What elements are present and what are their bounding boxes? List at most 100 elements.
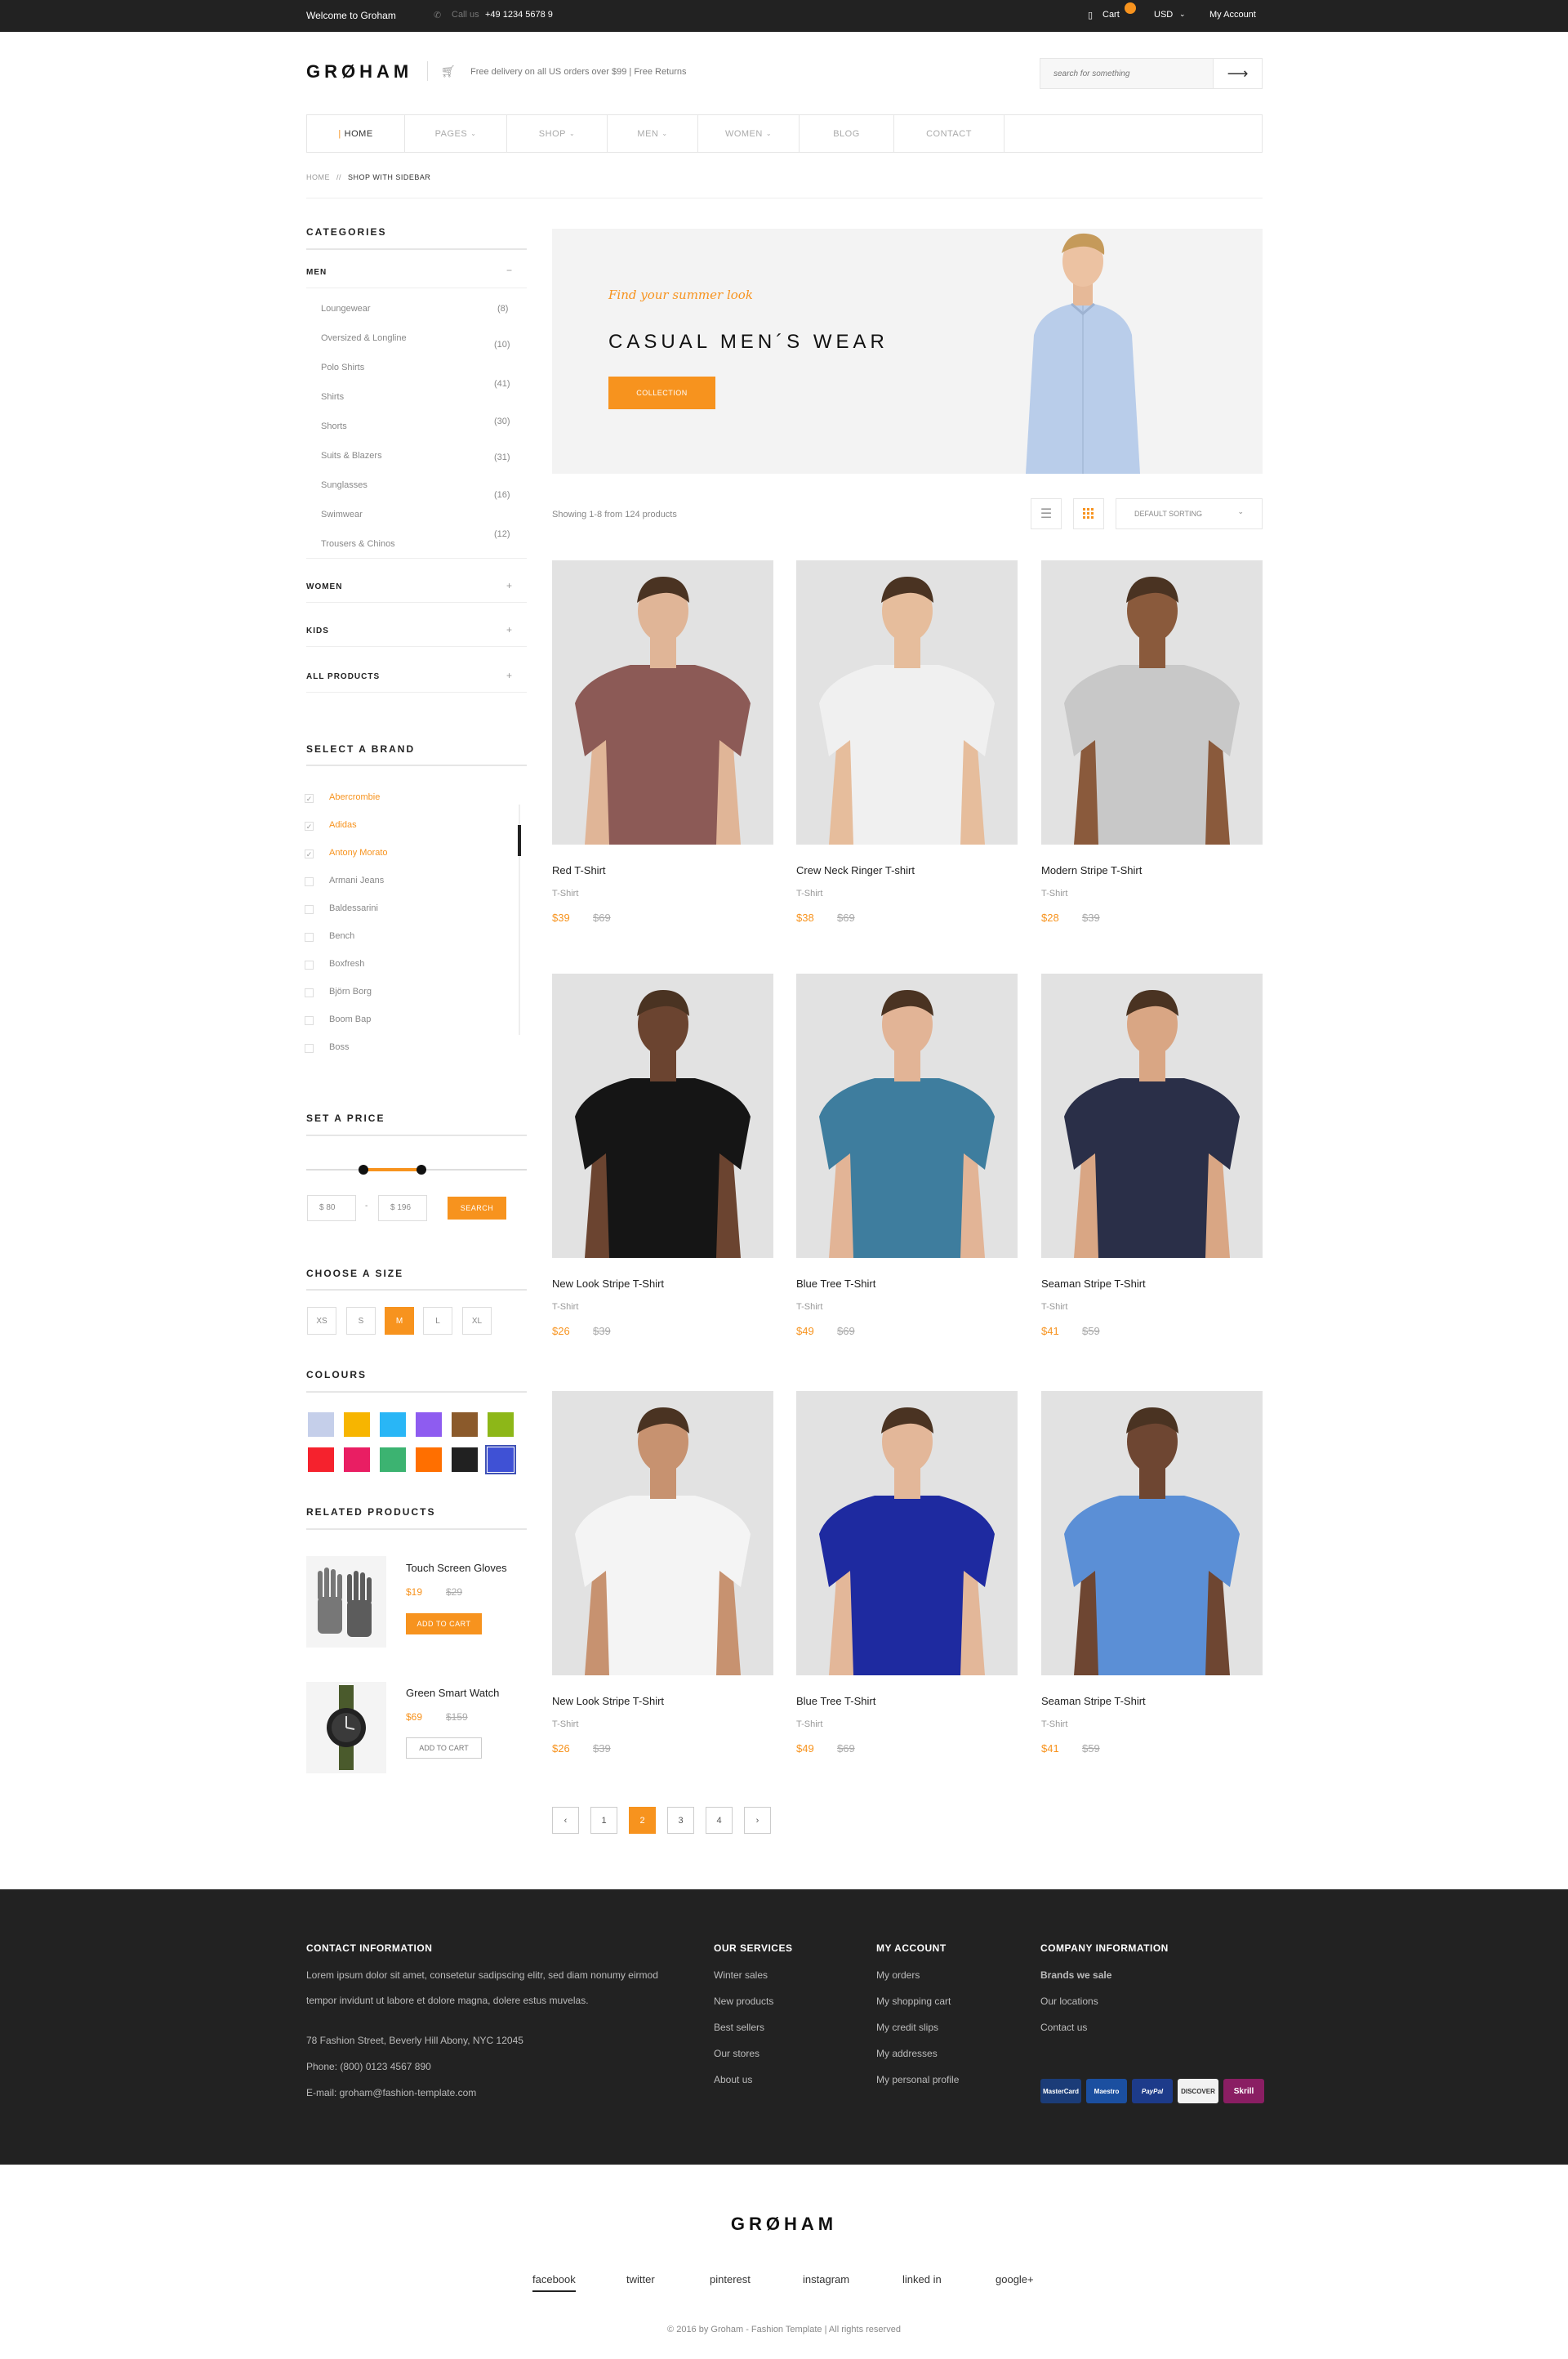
related-name[interactable]: Touch Screen Gloves bbox=[406, 1562, 507, 1574]
category-women[interactable]: WOMEN bbox=[306, 582, 342, 591]
product-name[interactable]: Blue Tree T-Shirt bbox=[796, 1278, 875, 1290]
footer-link[interactable]: Our locations bbox=[1040, 1989, 1098, 2014]
social-instagram[interactable]: instagram bbox=[803, 2273, 849, 2285]
product-name[interactable]: Blue Tree T-Shirt bbox=[796, 1695, 875, 1707]
subcategory-loungewear[interactable]: Loungewear bbox=[321, 304, 371, 314]
size-xl[interactable]: XL bbox=[462, 1307, 492, 1335]
nav-blog[interactable]: BLOG bbox=[800, 115, 894, 152]
nav-home[interactable]: | HOME bbox=[307, 115, 405, 152]
social-pinterest[interactable]: pinterest bbox=[710, 2273, 751, 2285]
price-max-input[interactable]: $ 196 bbox=[378, 1195, 427, 1221]
colour-swatch[interactable] bbox=[344, 1447, 370, 1472]
pagination-page[interactable]: 3 bbox=[667, 1807, 694, 1834]
size-m[interactable]: M bbox=[385, 1307, 414, 1335]
colour-swatch[interactable] bbox=[380, 1412, 406, 1437]
my-account-link[interactable]: My Account bbox=[1209, 10, 1256, 20]
product-name[interactable]: Crew Neck Ringer T-shirt bbox=[796, 864, 915, 876]
footer-link[interactable]: New products bbox=[714, 1989, 773, 2014]
brand-baldessarini[interactable]: Baldessarini bbox=[329, 903, 378, 913]
cart-link[interactable]: Cart bbox=[1102, 10, 1120, 20]
product-image[interactable] bbox=[1041, 560, 1263, 845]
product-image[interactable] bbox=[796, 1391, 1018, 1675]
colour-swatch[interactable] bbox=[488, 1412, 514, 1437]
nav-men[interactable]: MEN ⌄ bbox=[608, 115, 698, 152]
footer-link[interactable]: My personal profile bbox=[876, 2067, 959, 2093]
price-search-button[interactable]: SEARCH bbox=[448, 1197, 506, 1220]
brand-checkbox[interactable] bbox=[305, 988, 314, 997]
sort-select[interactable]: DEFAULT SORTING ⌄ bbox=[1116, 498, 1263, 529]
breadcrumb-home[interactable]: HOME bbox=[306, 173, 330, 181]
expand-icon[interactable]: + bbox=[506, 624, 512, 635]
footer-link[interactable]: My addresses bbox=[876, 2041, 938, 2067]
brand-scrollbar-thumb[interactable] bbox=[518, 825, 521, 856]
add-to-cart-button[interactable]: ADD TO CART bbox=[406, 1613, 482, 1634]
colour-swatch[interactable] bbox=[308, 1412, 334, 1437]
pagination-page-current[interactable]: 2 bbox=[629, 1807, 656, 1834]
subcategory-suits[interactable]: Suits & Blazers bbox=[321, 451, 382, 461]
product-image[interactable] bbox=[1041, 1391, 1263, 1675]
brand-adidas[interactable]: Adidas bbox=[329, 820, 357, 830]
product-name[interactable]: Red T-Shirt bbox=[552, 864, 606, 876]
collapse-icon[interactable]: − bbox=[506, 265, 512, 276]
product-name[interactable]: Modern Stripe T-Shirt bbox=[1041, 864, 1142, 876]
brand-checkbox[interactable] bbox=[305, 1016, 314, 1025]
brand-checkbox[interactable] bbox=[305, 961, 314, 970]
nav-contact[interactable]: CONTACT bbox=[894, 115, 1004, 152]
colour-swatch[interactable] bbox=[308, 1447, 334, 1472]
product-name[interactable]: New Look Stripe T-Shirt bbox=[552, 1278, 664, 1290]
brand-antony-morato[interactable]: Antony Morato bbox=[329, 848, 388, 858]
category-all-products[interactable]: ALL PRODUCTS bbox=[306, 672, 380, 681]
related-name[interactable]: Green Smart Watch bbox=[406, 1687, 499, 1699]
footer-link[interactable]: My shopping cart bbox=[876, 1989, 951, 2014]
brand-checkbox[interactable] bbox=[305, 933, 314, 942]
subcategory-polo[interactable]: Polo Shirts bbox=[321, 363, 364, 372]
footer-logo[interactable]: GRØHAM bbox=[0, 2214, 1568, 2235]
footer-link[interactable]: About us bbox=[714, 2067, 752, 2093]
product-image[interactable] bbox=[796, 974, 1018, 1258]
gloves-image[interactable] bbox=[306, 1556, 386, 1648]
footer-link[interactable]: Our stores bbox=[714, 2041, 760, 2067]
subcategory-oversized[interactable]: Oversized & Longline bbox=[321, 333, 407, 343]
subcategory-sunglasses[interactable]: Sunglasses bbox=[321, 480, 368, 490]
subcategory-swimwear[interactable]: Swimwear bbox=[321, 510, 363, 520]
subcategory-trousers[interactable]: Trousers & Chinos bbox=[321, 539, 395, 549]
footer-link[interactable]: Best sellers bbox=[714, 2015, 764, 2040]
product-image[interactable] bbox=[796, 560, 1018, 845]
product-name[interactable]: New Look Stripe T-Shirt bbox=[552, 1695, 664, 1707]
product-image[interactable] bbox=[552, 1391, 773, 1675]
brand-boss[interactable]: Boss bbox=[329, 1042, 349, 1052]
brand-boom-bap[interactable]: Boom Bap bbox=[329, 1015, 371, 1024]
brand-boxfresh[interactable]: Boxfresh bbox=[329, 959, 364, 969]
price-min-input[interactable]: $ 80 bbox=[307, 1195, 356, 1221]
brand-armani-jeans[interactable]: Armani Jeans bbox=[329, 876, 384, 885]
watch-image[interactable] bbox=[306, 1682, 386, 1773]
price-slider-max-handle[interactable] bbox=[416, 1165, 426, 1175]
brand-checkbox[interactable] bbox=[305, 1044, 314, 1053]
footer-link[interactable]: Brands we sale bbox=[1040, 1963, 1111, 1988]
subcategory-shorts[interactable]: Shorts bbox=[321, 421, 347, 431]
search-arrow-button[interactable]: ⟶ bbox=[1213, 59, 1262, 88]
footer-link[interactable]: My orders bbox=[876, 1963, 920, 1988]
expand-icon[interactable]: + bbox=[506, 670, 512, 681]
footer-link[interactable]: Winter sales bbox=[714, 1963, 768, 1988]
list-view-button[interactable]: ☰ bbox=[1031, 498, 1062, 529]
brand-bjorn-borg[interactable]: Björn Borg bbox=[329, 987, 372, 997]
cart-icon[interactable]: ▯ bbox=[1088, 10, 1093, 20]
social-facebook[interactable]: facebook bbox=[532, 2273, 576, 2292]
search-input[interactable] bbox=[1040, 59, 1212, 88]
social-google-plus[interactable]: google+ bbox=[996, 2273, 1034, 2285]
footer-link[interactable]: Contact us bbox=[1040, 2015, 1087, 2040]
currency-select[interactable]: USD bbox=[1154, 10, 1173, 20]
size-xs[interactable]: XS bbox=[307, 1307, 336, 1335]
colour-swatch[interactable] bbox=[416, 1447, 442, 1472]
brand-checkbox[interactable]: ✓ bbox=[305, 822, 314, 831]
expand-icon[interactable]: + bbox=[506, 580, 512, 591]
pagination-page[interactable]: 4 bbox=[706, 1807, 733, 1834]
category-kids[interactable]: KIDS bbox=[306, 627, 329, 635]
colour-swatch[interactable] bbox=[344, 1412, 370, 1437]
site-logo[interactable]: GRØHAM bbox=[306, 61, 412, 82]
add-to-cart-button[interactable]: ADD TO CART bbox=[406, 1737, 482, 1759]
colour-swatch[interactable] bbox=[452, 1412, 478, 1437]
price-slider-min-handle[interactable] bbox=[359, 1165, 368, 1175]
grid-view-button[interactable] bbox=[1073, 498, 1104, 529]
